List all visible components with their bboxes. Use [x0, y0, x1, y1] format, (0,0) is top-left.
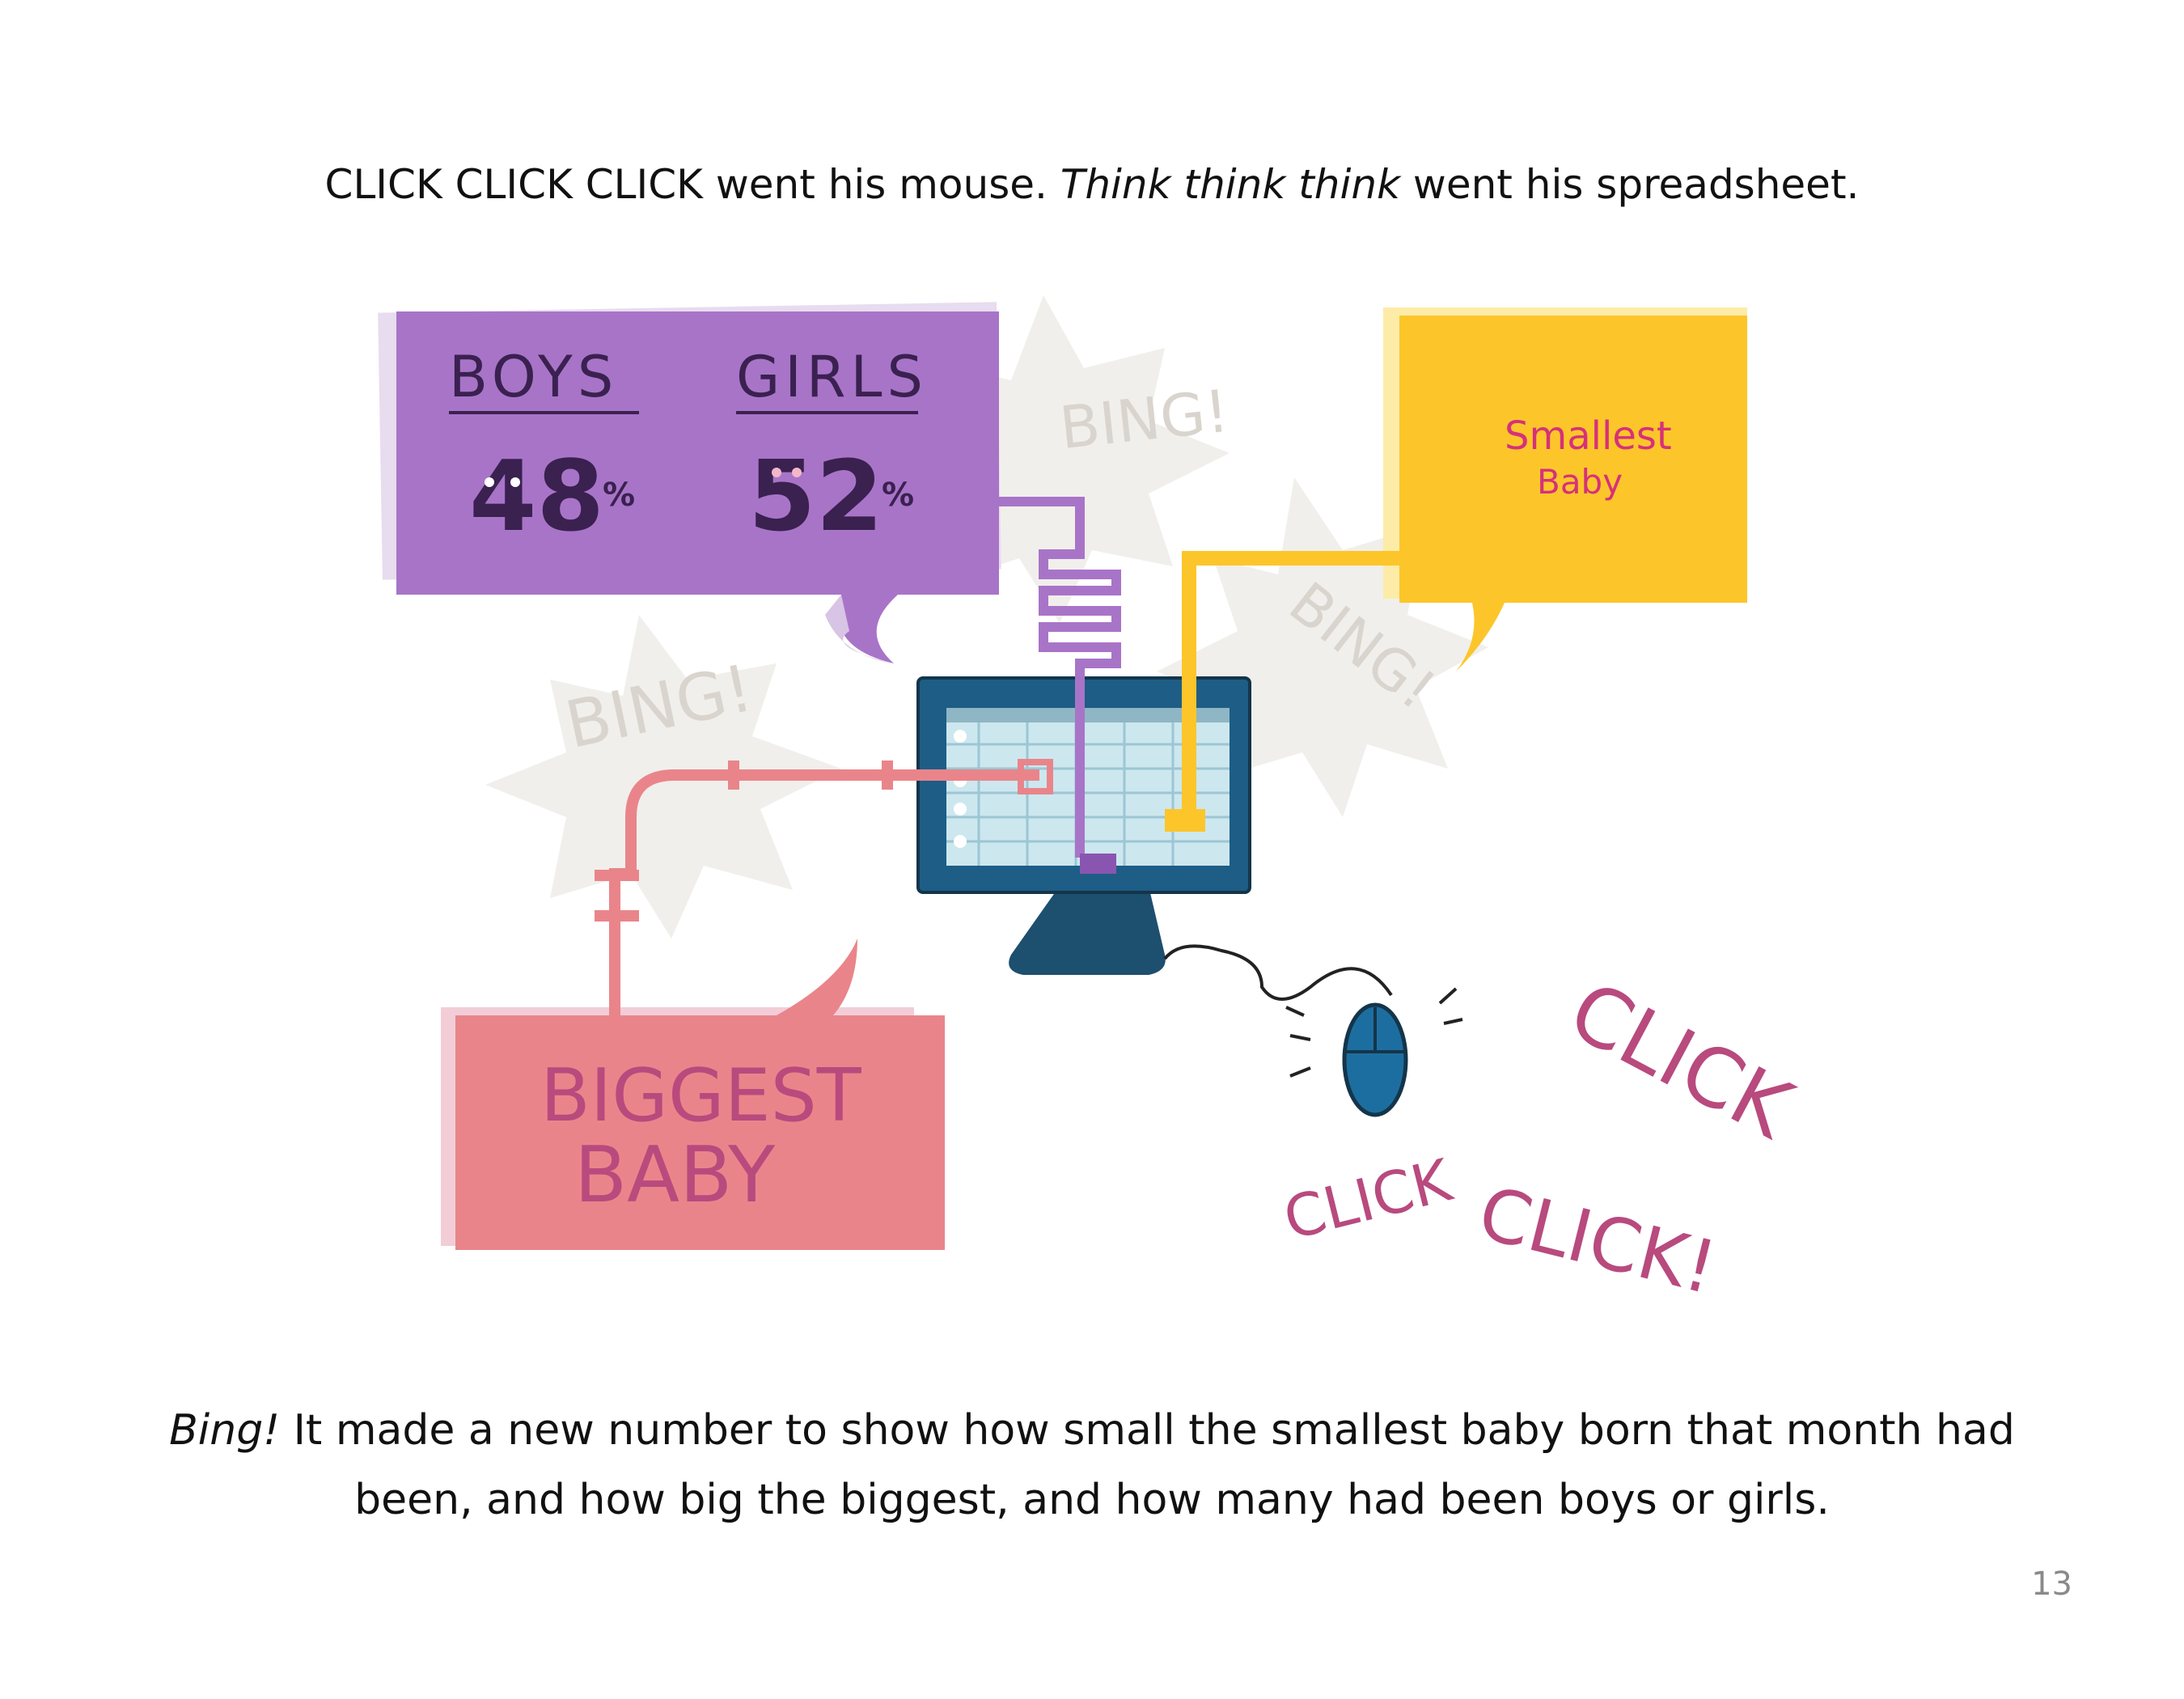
smallest-baby-bubble: Smallest Baby [1383, 307, 1747, 672]
boys-label: BOYS [449, 344, 618, 410]
biggest-line1: BIGGEST [540, 1053, 862, 1138]
girls-label: GIRLS [736, 344, 928, 410]
smallest-line1: Smallest [1505, 413, 1672, 459]
mouse-icon [1342, 1002, 1408, 1117]
boys-percent-sign: % [603, 477, 635, 514]
smallest-line2: Baby [1537, 462, 1623, 502]
caption-bottom-text: It made a new number to show how small t… [280, 1406, 2015, 1524]
girls-percent-sign: % [882, 477, 914, 514]
mouse-cable [1163, 944, 1393, 1001]
page-number: 13 [2031, 1566, 2072, 1603]
click-text-bottom: CLICK! [1471, 1171, 1725, 1311]
click-text-left: CLICK [1277, 1146, 1459, 1253]
biggest-baby-bubble: BIGGEST BABY [441, 938, 945, 1250]
boys-girls-bubble: BOYS GIRLS 48 % 52 % [378, 302, 1001, 663]
girls-percent: 52 [748, 441, 883, 553]
caption-bottom: Bing! It made a new number to show how s… [113, 1396, 2071, 1535]
click-text-right: CLICK [1555, 963, 1809, 1158]
boys-percent: 48 [469, 441, 604, 553]
biggest-line2: BABY [574, 1131, 776, 1220]
caption-bottom-italic: Bing! [169, 1406, 281, 1455]
